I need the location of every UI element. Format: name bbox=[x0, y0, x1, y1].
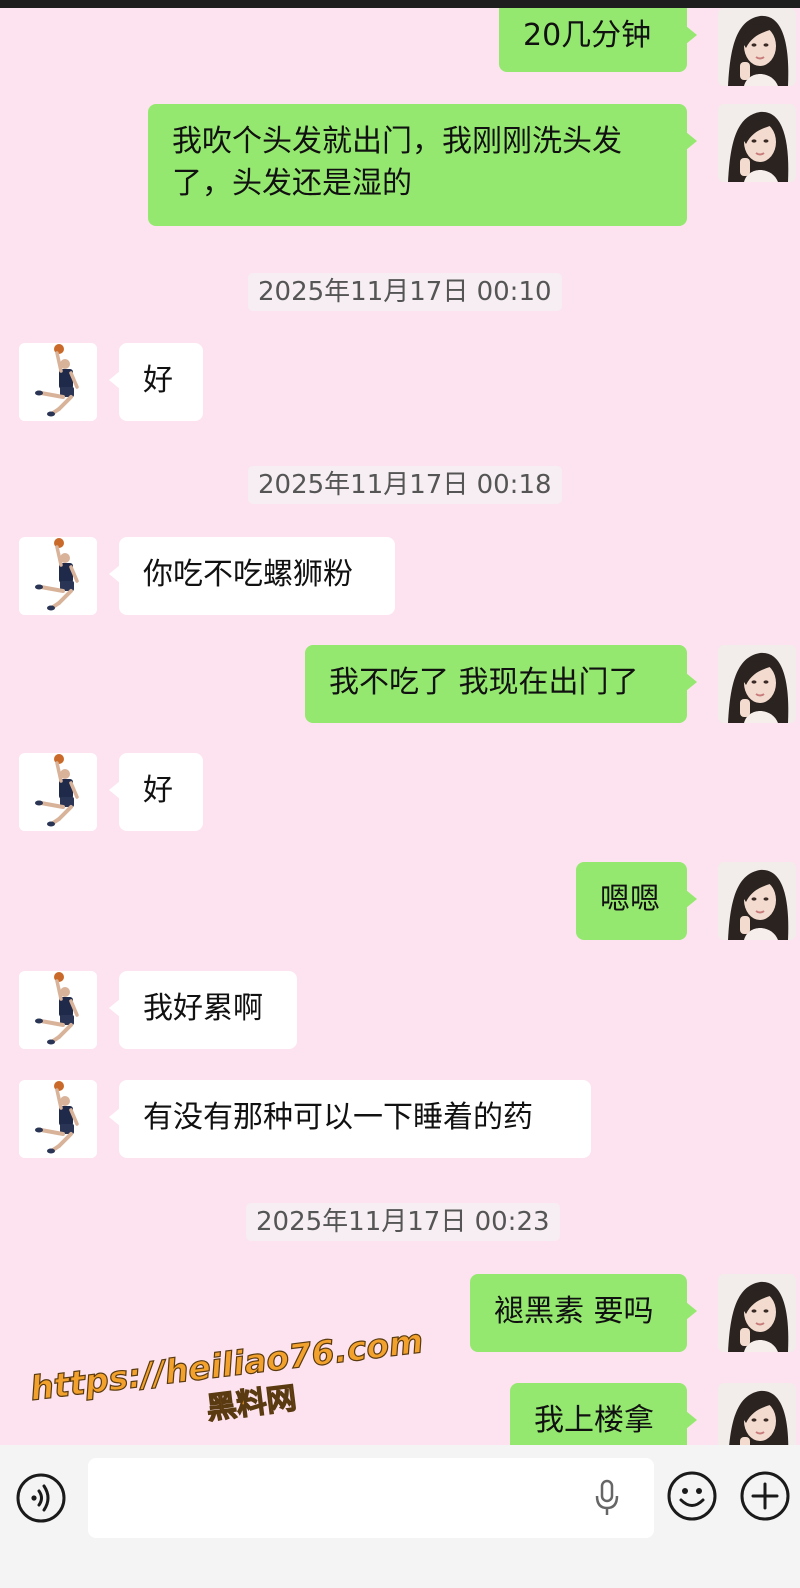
voice-toggle-icon bbox=[16, 1473, 66, 1523]
microphone-icon bbox=[595, 1479, 619, 1515]
emoji-button[interactable] bbox=[666, 1470, 718, 1526]
emoji-icon bbox=[667, 1471, 717, 1521]
message-text: 好 bbox=[143, 773, 173, 808]
contact-avatar[interactable] bbox=[19, 537, 97, 615]
message-bubble-sent[interactable]: 我上楼拿 bbox=[510, 1383, 697, 1445]
my-avatar[interactable] bbox=[718, 1274, 796, 1352]
status-bar-edge bbox=[0, 0, 800, 8]
timestamp: 2025年11月17日 00:18 bbox=[248, 466, 562, 504]
chat-history[interactable]: 20几分钟 我吹个头发就出门，我刚刚洗头发了，头发还是湿的 2025年11月17… bbox=[0, 8, 800, 1445]
contact-avatar[interactable] bbox=[19, 753, 97, 831]
message-text: 有没有那种可以一下睡着的药 bbox=[143, 1100, 533, 1135]
watermark: https://heiliao76.com 黑料网 bbox=[28, 1328, 426, 1423]
microphone-button[interactable] bbox=[594, 1479, 620, 1521]
message-bubble-sent[interactable]: 我不吃了 我现在出门了 bbox=[305, 645, 697, 723]
message-bubble-sent[interactable]: 我吹个头发就出门，我刚刚洗头发了，头发还是湿的 bbox=[148, 104, 697, 226]
more-actions-button[interactable] bbox=[739, 1470, 791, 1526]
message-bubble-received[interactable]: 你吃不吃螺狮粉 bbox=[109, 537, 395, 615]
watermark-title: 黑料网 bbox=[205, 1381, 299, 1423]
message-bubble-received[interactable]: 好 bbox=[109, 343, 203, 421]
my-avatar[interactable] bbox=[718, 1383, 796, 1445]
contact-avatar[interactable] bbox=[19, 343, 97, 421]
message-text: 我好累啊 bbox=[143, 991, 263, 1026]
message-bubble-sent[interactable]: 嗯嗯 bbox=[576, 862, 697, 940]
my-avatar[interactable] bbox=[718, 645, 796, 723]
message-bubble-received[interactable]: 好 bbox=[109, 753, 203, 831]
message-input[interactable] bbox=[88, 1458, 654, 1538]
message-text: 20几分钟 bbox=[523, 18, 652, 53]
timestamp: 2025年11月17日 00:10 bbox=[248, 273, 562, 311]
message-bubble-received[interactable]: 有没有那种可以一下睡着的药 bbox=[109, 1080, 591, 1158]
message-text: 好 bbox=[143, 363, 173, 398]
message-text: 你吃不吃螺狮粉 bbox=[143, 557, 353, 592]
my-avatar[interactable] bbox=[718, 104, 796, 182]
input-bar bbox=[0, 1445, 800, 1588]
message-text: 嗯嗯 bbox=[600, 882, 660, 917]
message-text: 我上楼拿 bbox=[534, 1403, 654, 1438]
my-avatar[interactable] bbox=[718, 8, 796, 86]
message-text: 我吹个头发就出门，我刚刚洗头发了，头发还是湿的 bbox=[172, 124, 622, 201]
contact-avatar[interactable] bbox=[19, 1080, 97, 1158]
contact-avatar[interactable] bbox=[19, 971, 97, 1049]
voice-toggle-button[interactable] bbox=[15, 1472, 67, 1528]
message-bubble-received[interactable]: 我好累啊 bbox=[109, 971, 297, 1049]
message-bubble-sent[interactable]: 20几分钟 bbox=[499, 8, 697, 72]
message-bubble-sent[interactable]: 褪黑素 要吗 bbox=[470, 1274, 697, 1352]
message-text: 褪黑素 要吗 bbox=[494, 1294, 654, 1329]
my-avatar[interactable] bbox=[718, 862, 796, 940]
plus-icon bbox=[740, 1471, 790, 1521]
timestamp: 2025年11月17日 00:23 bbox=[246, 1203, 560, 1241]
message-text: 我不吃了 我现在出门了 bbox=[329, 665, 639, 700]
